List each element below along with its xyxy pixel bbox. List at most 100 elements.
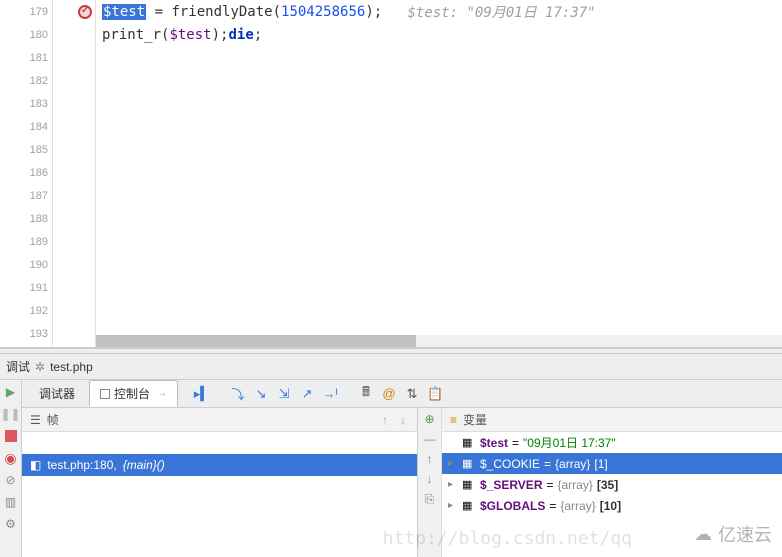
- show-execution-icon[interactable]: ▸▍: [192, 384, 212, 404]
- expand-icon[interactable]: ▸: [448, 458, 458, 469]
- frames-header: ☰ 帧 ↑ ↓: [22, 408, 417, 432]
- watch-down-icon[interactable]: ↓: [422, 471, 438, 487]
- line-number: 180: [0, 23, 52, 46]
- list-icon: ≡: [450, 413, 457, 427]
- horizontal-scrollbar[interactable]: [96, 335, 782, 347]
- breakpoint-slot[interactable]: [53, 207, 95, 230]
- frame-down-icon[interactable]: ↓: [397, 413, 409, 427]
- run-to-cursor-icon[interactable]: →ᴵ: [320, 384, 340, 404]
- var-name: $_SERVER: [480, 478, 542, 492]
- code-line: $test = friendlyDate(1504258656); $test:…: [96, 0, 782, 23]
- breakpoint-slot[interactable]: [53, 46, 95, 69]
- breakpoint-slot[interactable]: [53, 299, 95, 322]
- debug-panel: ▶ ❚❚ ◉ ⊘ ▥ ⚙ 调试器 控制台→ ▸▍ ⤵ ↘ ⇲ ↗ →ᴵ 🖩 @ …: [0, 380, 782, 557]
- pause-icon[interactable]: ❚❚: [3, 406, 19, 422]
- var-count: [1]: [594, 457, 607, 471]
- line-number: 181: [0, 46, 52, 69]
- expand-icon[interactable]: ▸: [448, 479, 458, 490]
- var-type: {array}: [560, 499, 595, 513]
- sort-icon[interactable]: ⇅: [402, 384, 422, 404]
- add-watch-icon[interactable]: ⊕: [422, 411, 438, 427]
- resume-icon[interactable]: ▶: [3, 384, 19, 400]
- debug-label: 调试: [6, 358, 30, 375]
- frame-row[interactable]: ◧ test.php:180, {main}(): [22, 454, 417, 476]
- expand-icon[interactable]: ▸: [448, 500, 458, 511]
- watch-up-icon[interactable]: ↑: [422, 451, 438, 467]
- line-number: 193: [0, 322, 52, 345]
- mute-breakpoints-icon[interactable]: ⊘: [3, 472, 19, 488]
- tab-console[interactable]: 控制台→: [89, 380, 178, 407]
- evaluate-icon[interactable]: 🖩: [356, 384, 376, 404]
- breakpoint-gutter[interactable]: [53, 0, 96, 347]
- breakpoint-slot[interactable]: [53, 184, 95, 207]
- debug-file: test.php: [50, 360, 93, 374]
- variable-row[interactable]: ▸▦$_COOKIE = {array} [1]: [442, 453, 782, 474]
- copy-icon[interactable]: ⎘: [422, 491, 438, 507]
- var-value: "09月01日 17:37": [523, 434, 616, 451]
- frame-up-icon[interactable]: ↑: [379, 413, 391, 427]
- frames-panel: ☰ 帧 ↑ ↓ ◧ test.php:180, {main}(): [22, 408, 418, 557]
- breakpoint-slot[interactable]: [53, 23, 95, 46]
- line-number: 192: [0, 299, 52, 322]
- variables-header: ≡ 变量: [442, 408, 782, 432]
- variable-selected[interactable]: $test: [102, 4, 146, 20]
- line-number: 191: [0, 276, 52, 299]
- spinner-icon: ✲: [35, 360, 45, 374]
- force-step-into-icon[interactable]: ⇲: [274, 384, 294, 404]
- var-type-icon: ▦: [462, 457, 476, 470]
- frame-row-spacer: [22, 432, 417, 454]
- var-name: $test: [480, 436, 508, 450]
- stop-icon[interactable]: [3, 428, 19, 444]
- line-gutter: 1791801811821831841851861871881891901911…: [0, 0, 53, 347]
- settings-icon[interactable]: ⚙: [3, 516, 19, 532]
- layout-icon[interactable]: ▥: [3, 494, 19, 510]
- editor-area: 1791801811821831841851861871881891901911…: [0, 0, 782, 348]
- step-out-icon[interactable]: ↗: [297, 384, 317, 404]
- breakpoint-slot[interactable]: [53, 276, 95, 299]
- debug-side-toolbar: ▶ ❚❚ ◉ ⊘ ▥ ⚙: [0, 380, 22, 557]
- clipboard-icon[interactable]: 📋: [425, 384, 445, 404]
- line-number: 185: [0, 138, 52, 161]
- variable-row[interactable]: ▸▦$GLOBALS = {array} [10]: [442, 495, 782, 516]
- line-number: 188: [0, 207, 52, 230]
- console-icon: [100, 389, 110, 399]
- var-name: $GLOBALS: [480, 499, 545, 513]
- debug-session-bar: 调试 ✲ test.php: [0, 354, 782, 380]
- var-name: $_COOKIE: [480, 457, 540, 471]
- code-editor[interactable]: $test = friendlyDate(1504258656); $test:…: [96, 0, 782, 347]
- var-type-icon: ▦: [462, 478, 476, 491]
- line-number: 179: [0, 0, 52, 23]
- line-number: 186: [0, 161, 52, 184]
- var-type: {array}: [555, 457, 590, 471]
- var-count: [10]: [600, 499, 621, 513]
- inline-value-hint: $test: "09月01日 17:37": [407, 2, 595, 22]
- line-number: 184: [0, 115, 52, 138]
- var-type-icon: ▦: [462, 436, 476, 449]
- step-into-icon[interactable]: ↘: [251, 384, 271, 404]
- var-type: {array}: [558, 478, 593, 492]
- variables-toolbar: ⊕ — ↑ ↓ ⎘: [418, 408, 442, 557]
- breakpoint-slot[interactable]: [53, 230, 95, 253]
- breakpoint-slot[interactable]: [53, 138, 95, 161]
- variable-row[interactable]: ▸▦$_SERVER = {array} [35]: [442, 474, 782, 495]
- line-number: 183: [0, 92, 52, 115]
- view-breakpoints-icon[interactable]: ◉: [3, 450, 19, 466]
- tab-debugger[interactable]: 调试器: [28, 380, 86, 407]
- breakpoint-slot[interactable]: [53, 115, 95, 138]
- breakpoint-icon[interactable]: [78, 5, 92, 19]
- step-over-icon[interactable]: ⤵: [228, 384, 248, 404]
- breakpoint-slot[interactable]: [53, 322, 95, 345]
- at-icon[interactable]: @: [379, 384, 399, 404]
- line-number: 182: [0, 69, 52, 92]
- breakpoint-slot[interactable]: [53, 92, 95, 115]
- breakpoint-slot[interactable]: [53, 69, 95, 92]
- breakpoint-slot[interactable]: [53, 0, 95, 23]
- remove-watch-icon[interactable]: —: [422, 431, 438, 447]
- breakpoint-slot[interactable]: [53, 161, 95, 184]
- variables-list: ≡ 变量 ▦$test = "09月01日 17:37"▸▦$_COOKIE =…: [442, 408, 782, 557]
- breakpoint-slot[interactable]: [53, 253, 95, 276]
- line-number: 190: [0, 253, 52, 276]
- line-number: 189: [0, 230, 52, 253]
- var-count: [35]: [597, 478, 618, 492]
- variable-row[interactable]: ▦$test = "09月01日 17:37": [442, 432, 782, 453]
